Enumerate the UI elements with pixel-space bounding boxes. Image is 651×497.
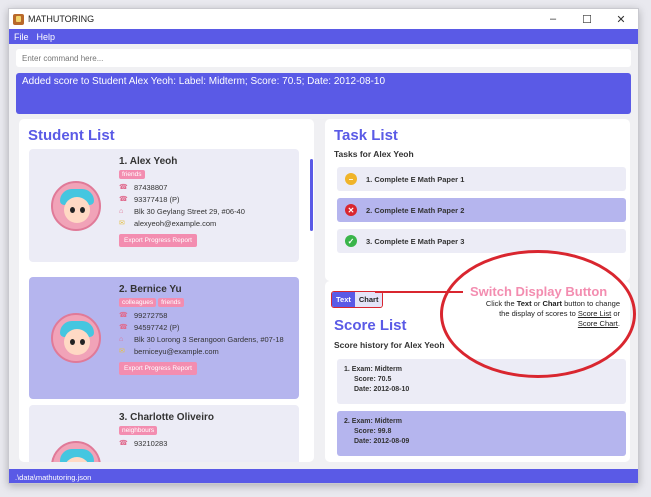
export-progress-report-button[interactable]: Export Progress Report [119, 234, 197, 247]
task-label: 2. Complete E Math Paper 2 [366, 205, 465, 215]
phone-number: 93210283 [134, 438, 168, 448]
phone-icon: ☎ [119, 196, 128, 203]
student-name: 3. Charlotte Oliveiro [119, 412, 215, 423]
avatar [51, 181, 101, 231]
student-card[interactable]: 2. Bernice Yu colleagues friends ☎ 992727… [29, 277, 299, 399]
scrollbar[interactable] [310, 159, 313, 231]
student-card[interactable]: 1. Alex Yeoh friends ☎ 87438807 ☎ 93377418… [29, 149, 299, 262]
student-card[interactable]: 3. Charlotte Oliveiro neighbours ☎ 932102… [29, 405, 299, 462]
annotation-title: Switch Display Button [470, 284, 608, 299]
score-list-title: Score List [334, 317, 407, 334]
tag: colleagues [119, 298, 157, 307]
export-progress-report-button[interactable]: Export Progress Report [119, 362, 197, 375]
student-list-title: Student List [28, 127, 115, 144]
avatar [51, 441, 101, 462]
phone-number: 87438807 [134, 182, 168, 192]
app-logo-icon [13, 13, 24, 25]
score-date: Date: 2012-08-09 [354, 438, 410, 445]
task-label: 1. Complete E Math Paper 1 [366, 174, 465, 184]
score-value: Score: 70.5 [354, 376, 392, 383]
tag: friends [158, 298, 184, 307]
task-list-title: Task List [334, 127, 398, 144]
window-title: MATHUTORING [28, 14, 95, 24]
task-item[interactable]: ✕ 2. Complete E Math Paper 2 [337, 198, 626, 222]
address: Blk 30 Geylang Street 29, #06-40 [134, 206, 245, 216]
menu-file[interactable]: File [14, 32, 29, 42]
task-label: 3. Complete E Math Paper 3 [366, 236, 465, 246]
avatar [51, 313, 101, 363]
score-value: Score: 99.8 [354, 428, 392, 435]
tab-text[interactable]: Text [332, 292, 355, 307]
menu-help[interactable]: Help [37, 32, 56, 42]
minus-icon: – [345, 173, 357, 185]
email: berniceyu@example.com [134, 346, 219, 356]
minimize-button[interactable]: – [536, 13, 570, 26]
command-input[interactable] [22, 53, 631, 63]
tag: neighbours [119, 426, 158, 435]
check-icon: ✓ [345, 235, 357, 247]
parent-phone-number: 93377418 (P) [134, 194, 180, 204]
student-list-panel: Student List 1. Alex Yeoh friends ☎ 87438… [19, 119, 314, 462]
student-name: 2. Bernice Yu [119, 284, 182, 295]
tag: friends [119, 170, 145, 179]
phone-icon: ☎ [119, 440, 128, 447]
score-exam: 2. Exam: Midterm [344, 418, 402, 425]
phone-icon: ☎ [119, 324, 128, 331]
phone-icon: ☎ [119, 312, 128, 319]
email: alexyeoh@example.com [134, 218, 217, 228]
display-switch: Text Chart [331, 291, 384, 308]
task-item[interactable]: – 1. Complete E Math Paper 1 [337, 167, 626, 191]
score-list-subtitle: Score history for Alex Yeoh [334, 340, 445, 350]
app-window: MATHUTORING – ☐ ✕ File Help Added score … [8, 8, 639, 484]
maximize-button[interactable]: ☐ [570, 13, 604, 26]
title-bar: MATHUTORING – ☐ ✕ [9, 9, 638, 29]
parent-phone-number: 94597742 (P) [134, 322, 180, 332]
score-item[interactable]: 2. Exam: Midterm Score: 99.8 Date: 2012-… [337, 411, 626, 456]
phone-number: 99272758 [134, 310, 168, 320]
email-icon: ✉ [119, 220, 125, 227]
annotation-description: Click the Text or Chart button to change… [485, 299, 620, 328]
task-item[interactable]: ✓ 3. Complete E Math Paper 3 [337, 229, 626, 253]
email-icon: ✉ [119, 348, 125, 355]
cross-icon: ✕ [345, 204, 357, 216]
score-date: Date: 2012-08-10 [354, 386, 410, 393]
phone-icon: ☎ [119, 184, 128, 191]
menu-bar: File Help [9, 29, 638, 44]
tab-chart[interactable]: Chart [354, 292, 383, 307]
student-name: 1. Alex Yeoh [119, 156, 178, 167]
address: Blk 30 Lorong 3 Serangoon Gardens, #07-1… [134, 334, 284, 344]
home-icon: ⌂ [119, 335, 124, 343]
task-list-subtitle: Tasks for Alex Yeoh [334, 149, 414, 159]
status-bar: .\data\mathutoring.json [9, 469, 638, 483]
home-icon: ⌂ [119, 207, 124, 215]
command-box[interactable] [16, 49, 631, 67]
close-button[interactable]: ✕ [604, 13, 638, 26]
result-display: Added score to Student Alex Yeoh: Label:… [16, 73, 631, 114]
